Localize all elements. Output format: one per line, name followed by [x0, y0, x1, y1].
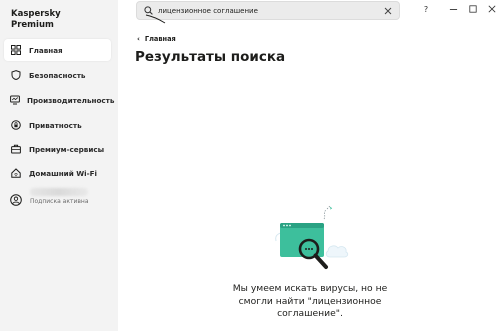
- page-title: Результаты поиска: [135, 49, 286, 65]
- sidebar-item-label: Домашний Wi-Fi: [29, 168, 97, 178]
- maximize-icon: [469, 5, 477, 13]
- sidebar-item-security[interactable]: Безопасность: [4, 64, 111, 86]
- minimize-icon: [449, 8, 457, 10]
- empty-message-line2: смогли найти "лицензионное: [238, 295, 382, 307]
- user-avatar-icon: [10, 191, 22, 206]
- empty-message-line1: Мы умеем искать вирусы, но не: [232, 283, 388, 294]
- help-button[interactable]: ?: [419, 3, 433, 15]
- search-bar[interactable]: [136, 1, 400, 20]
- subscription-status: Подписка активна: [30, 198, 89, 205]
- sidebar-item-label: Безопасность: [29, 70, 86, 80]
- app-logo-text: Kaspersky Premium: [11, 9, 61, 31]
- account-name-redacted: [30, 188, 88, 196]
- app-name-line2: Premium: [11, 20, 54, 30]
- sidebar-item-label: Главная: [29, 45, 63, 55]
- empty-message-line3: соглашение".: [277, 308, 343, 319]
- privacy-lock-icon: [10, 119, 22, 131]
- sidebar-item-label: Производительность: [27, 95, 115, 105]
- home-wifi-icon: [10, 167, 22, 179]
- minimize-button[interactable]: [446, 3, 460, 15]
- breadcrumb[interactable]: ‹ Главная: [137, 35, 176, 43]
- home-grid-icon: [10, 44, 22, 56]
- sidebar-item-home-wifi[interactable]: Домашний Wi-Fi: [4, 162, 111, 184]
- monitor-icon: [10, 94, 20, 106]
- close-icon: [488, 5, 496, 13]
- sidebar-item-privacy[interactable]: Приватность: [4, 114, 111, 136]
- empty-state-message: Мы умеем искать вирусы, но не смогли най…: [200, 283, 420, 321]
- search-empty-illustration: [275, 205, 349, 269]
- breadcrumb-label: Главная: [144, 35, 176, 43]
- search-input[interactable]: [158, 6, 384, 15]
- close-button[interactable]: [485, 3, 499, 15]
- cursor-stroke-mark: [145, 14, 166, 24]
- sidebar-item-performance[interactable]: Производительность: [4, 89, 115, 111]
- sidebar-item-label: Премиум-сервисы: [29, 144, 105, 154]
- clear-search-icon[interactable]: [384, 7, 392, 15]
- maximize-button[interactable]: [466, 3, 480, 15]
- app-name-line1: Kaspersky: [11, 9, 61, 19]
- chevron-left-icon: ‹: [137, 35, 140, 43]
- sidebar-item-home[interactable]: Главная: [4, 39, 111, 61]
- shield-icon: [10, 69, 22, 81]
- sidebar: Kaspersky Premium Главная Безопасность П…: [0, 0, 118, 331]
- briefcase-icon: [10, 143, 22, 155]
- sidebar-item-label: Приватность: [29, 120, 82, 130]
- sidebar-item-premium[interactable]: Премиум-сервисы: [4, 138, 111, 160]
